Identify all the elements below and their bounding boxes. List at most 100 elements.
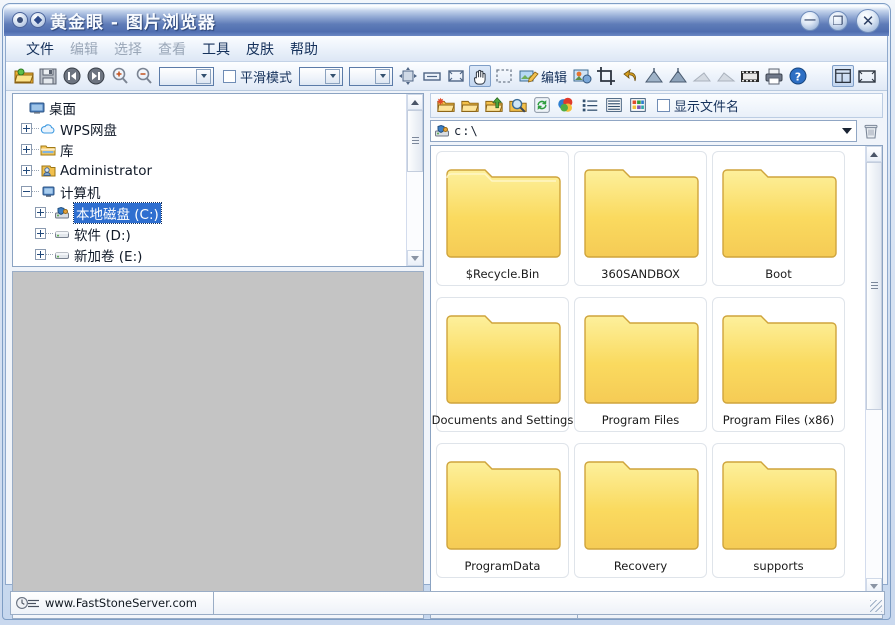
scroll-up-button[interactable]: [407, 94, 423, 110]
effects-icon[interactable]: [571, 65, 593, 87]
menu-item-file[interactable]: 文件: [18, 37, 62, 61]
scroll-thumb[interactable]: [866, 162, 882, 410]
image-preview-area[interactable]: [12, 271, 424, 595]
search-folder-icon[interactable]: [508, 95, 530, 117]
thumbnail-item[interactable]: $Recycle.Bin: [436, 151, 569, 286]
menu-item-skin[interactable]: 皮肤: [238, 37, 282, 61]
thumbnail-panel[interactable]: $Recycle.Bin 360SANDBOX: [430, 145, 883, 595]
title-bar[interactable]: 黄金眼 - 图片浏览器 — ❐ ✕: [4, 5, 889, 36]
circle-dot-icon[interactable]: [12, 12, 28, 28]
zoom-in-icon[interactable]: [109, 65, 131, 87]
actual-size-icon[interactable]: [397, 65, 419, 87]
menu-item-edit[interactable]: 编辑: [62, 37, 106, 61]
tree-item-local-disk-c[interactable]: 本地磁盘 (C:): [17, 202, 405, 223]
address-input[interactable]: c:\: [430, 120, 857, 142]
thumbnail-item[interactable]: 360SANDBOX: [574, 151, 707, 286]
tree-item-wps-cloud-drive[interactable]: WPS网盘: [17, 265, 405, 267]
edit-image-icon[interactable]: [517, 65, 539, 87]
tree-item-libraries[interactable]: 库: [17, 139, 405, 160]
folder-icon: [720, 310, 838, 411]
expand-toggle[interactable]: [21, 123, 32, 134]
tree-item-administrator[interactable]: Administrator: [17, 160, 405, 181]
next-image-icon[interactable]: [85, 65, 107, 87]
tree-item-label: 新加卷 (E:): [74, 245, 142, 265]
help-icon[interactable]: ?: [787, 65, 809, 87]
toolbar-combo-3[interactable]: [349, 67, 393, 86]
expand-toggle[interactable]: [21, 165, 32, 176]
menu-item-tools[interactable]: 工具: [194, 37, 238, 61]
scroll-thumb[interactable]: [407, 110, 423, 172]
open-folder-icon[interactable]: [460, 95, 482, 117]
flip-vertical-icon[interactable]: [715, 65, 737, 87]
flip-horizontal-icon[interactable]: [691, 65, 713, 87]
select-marquee-icon[interactable]: [493, 65, 515, 87]
minimize-button[interactable]: —: [800, 11, 820, 31]
thumbnail-scrollbar[interactable]: [865, 146, 882, 594]
rotate-right-icon[interactable]: [667, 65, 689, 87]
toolbar-combo-2[interactable]: [299, 67, 343, 86]
show-filename-checkbox[interactable]: [657, 99, 670, 112]
scroll-down-button[interactable]: [407, 250, 423, 266]
smooth-mode-checkbox[interactable]: [223, 70, 236, 83]
full-screen-icon[interactable]: [856, 65, 878, 87]
folder-tree-panel[interactable]: 桌面 WPS网盘: [12, 93, 424, 267]
brand-cell[interactable]: www.FastStoneServer.com: [10, 591, 214, 615]
tree-scrollbar[interactable]: [406, 94, 423, 266]
thumbnail-label: Program Files (x86): [723, 413, 834, 427]
tree-item-drive-d[interactable]: 软件 (D:): [17, 223, 405, 244]
scroll-up-button[interactable]: [866, 146, 882, 162]
rotate-left-icon[interactable]: [643, 65, 665, 87]
resize-grip[interactable]: [870, 600, 882, 612]
thumbnail-item[interactable]: Program Files (x86): [712, 297, 845, 432]
folder-tree: 桌面 WPS网盘: [13, 94, 405, 266]
thumbnail-item[interactable]: Recovery: [574, 443, 707, 578]
tree-item-wps-cloud[interactable]: WPS网盘: [17, 118, 405, 139]
thumbnail-label: Recovery: [614, 559, 667, 573]
edit-button-label[interactable]: 编辑: [541, 67, 567, 86]
slideshow-icon[interactable]: [739, 65, 761, 87]
maximize-button[interactable]: ❐: [828, 11, 848, 31]
zoom-out-icon[interactable]: [133, 65, 155, 87]
svg-text:?: ?: [795, 71, 801, 84]
expand-toggle[interactable]: [35, 228, 46, 239]
expand-toggle[interactable]: [35, 249, 46, 260]
tree-item-desktop[interactable]: 桌面: [17, 97, 405, 118]
thumbnail-item[interactable]: Program Files: [574, 297, 707, 432]
hand-pan-icon[interactable]: [469, 65, 491, 87]
thumbnail-view-icon[interactable]: [628, 95, 650, 117]
thumbnail-item[interactable]: supports: [712, 443, 845, 578]
parent-folder-icon[interactable]: [484, 95, 506, 117]
close-button[interactable]: ✕: [856, 9, 880, 33]
expand-toggle[interactable]: [35, 207, 46, 218]
menu-item-help[interactable]: 帮助: [282, 37, 326, 61]
refresh-icon[interactable]: [532, 95, 554, 117]
thumbnail-item[interactable]: Documents and Settings: [436, 297, 569, 432]
fit-width-icon[interactable]: [421, 65, 443, 87]
expand-toggle[interactable]: [21, 144, 32, 155]
trash-icon[interactable]: [859, 120, 883, 142]
tree-item-label: 库: [60, 140, 74, 160]
collapse-toggle[interactable]: [21, 186, 32, 197]
thumbnail-item[interactable]: Boot: [712, 151, 845, 286]
tree-item-computer[interactable]: 计算机: [17, 181, 405, 202]
zoom-level-combo[interactable]: [159, 67, 214, 86]
undo-icon[interactable]: [619, 65, 641, 87]
chevron-down-icon[interactable]: [838, 121, 856, 141]
print-icon[interactable]: [763, 65, 785, 87]
menu-item-view[interactable]: 查看: [150, 37, 194, 61]
favorites-icon[interactable]: [556, 95, 578, 117]
tree-item-drive-e[interactable]: 新加卷 (E:): [17, 244, 405, 265]
list-view-icon[interactable]: [580, 95, 602, 117]
diamond-icon[interactable]: [30, 12, 46, 28]
previous-image-icon[interactable]: [61, 65, 83, 87]
save-icon[interactable]: [37, 65, 59, 87]
thumbnail-view-icon[interactable]: [832, 65, 854, 87]
crop-icon[interactable]: [595, 65, 617, 87]
main-toolbar: 平滑模式: [6, 62, 887, 91]
fit-window-icon[interactable]: [445, 65, 467, 87]
menu-item-select[interactable]: 选择: [106, 37, 150, 61]
thumbnail-item[interactable]: ProgramData: [436, 443, 569, 578]
details-view-icon[interactable]: [604, 95, 626, 117]
new-folder-icon[interactable]: [436, 95, 458, 117]
open-folder-icon[interactable]: [13, 65, 35, 87]
